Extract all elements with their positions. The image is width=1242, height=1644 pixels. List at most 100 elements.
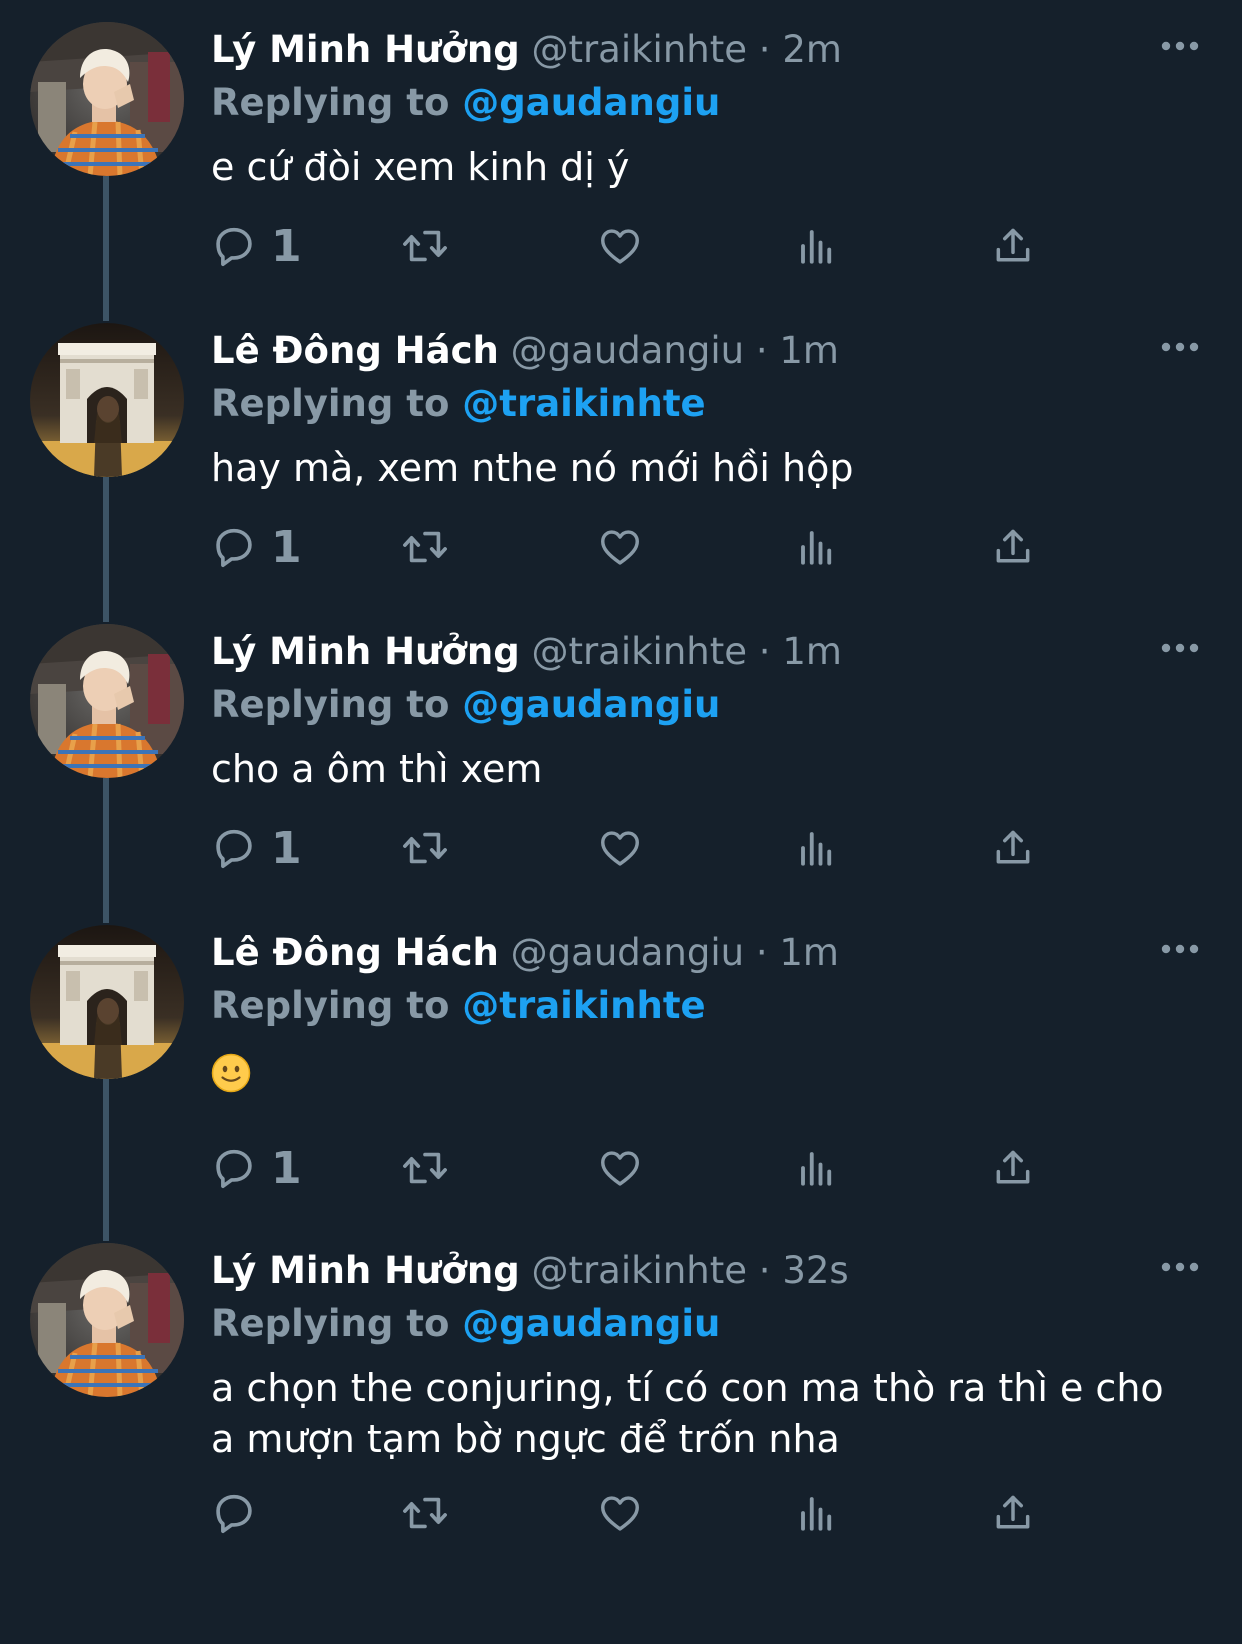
- tweet-actions: 1: [211, 216, 1091, 276]
- tweet-timestamp[interactable]: 1m: [782, 630, 842, 673]
- avatar[interactable]: [30, 22, 184, 176]
- analytics-button[interactable]: [796, 1483, 838, 1543]
- more-icon: [1161, 342, 1199, 352]
- display-name[interactable]: Lý Minh Hưởng: [211, 1249, 520, 1292]
- retweet-icon: [403, 832, 447, 864]
- like-button[interactable]: [596, 818, 644, 878]
- tweet-timestamp[interactable]: 2m: [782, 28, 842, 71]
- analytics-button[interactable]: [796, 517, 838, 577]
- tweet-actions: 1: [211, 1138, 1091, 1198]
- replying-to-label: Replying to: [211, 382, 450, 425]
- share-button[interactable]: [991, 1138, 1035, 1198]
- user-handle[interactable]: @gaudangiu: [511, 931, 744, 974]
- user-handle[interactable]: @traikinhte: [531, 28, 747, 71]
- more-options-button[interactable]: [1155, 26, 1205, 66]
- retweet-button[interactable]: [399, 1483, 451, 1543]
- share-button[interactable]: [991, 216, 1035, 276]
- reply-button[interactable]: 1: [211, 216, 302, 276]
- analytics-icon: [801, 1497, 832, 1531]
- tweet-header: Lý Minh Hưởng @traikinhte · 32s: [211, 1241, 849, 1301]
- share-icon: [996, 830, 1030, 864]
- reply-icon: [216, 829, 252, 869]
- tweet-actions: [211, 1483, 1091, 1543]
- reply-count: 1: [271, 822, 302, 874]
- retweet-button[interactable]: [399, 1138, 451, 1198]
- display-name[interactable]: Lý Minh Hưởng: [211, 28, 520, 71]
- tweet-header: Lê Đông Hách @gaudangiu · 1m: [211, 321, 839, 381]
- heart-icon: [601, 831, 639, 866]
- analytics-icon: [801, 832, 832, 866]
- replying-to-mention[interactable]: @gaudangiu: [462, 1302, 720, 1345]
- like-button[interactable]: [596, 216, 644, 276]
- heart-icon: [601, 229, 639, 264]
- more-options-button[interactable]: [1155, 327, 1205, 367]
- more-icon: [1161, 944, 1199, 954]
- reply-button[interactable]: 1: [211, 1138, 302, 1198]
- share-icon: [996, 1495, 1030, 1529]
- avatar[interactable]: [30, 323, 184, 477]
- display-name[interactable]: Lê Đông Hách: [211, 931, 499, 974]
- heart-icon: [601, 1496, 639, 1531]
- header-separator: ·: [758, 630, 771, 673]
- display-name[interactable]: Lê Đông Hách: [211, 329, 499, 372]
- conversation-thread: Lý Minh Hưởng @traikinhte · 2m Replying …: [0, 0, 1242, 1644]
- header-separator: ·: [758, 28, 771, 71]
- replying-to-mention[interactable]: @traikinhte: [462, 984, 705, 1027]
- more-icon: [1161, 41, 1199, 51]
- tweet-actions: 1: [211, 517, 1091, 577]
- more-options-button[interactable]: [1155, 628, 1205, 668]
- header-separator: ·: [755, 329, 768, 372]
- tweet-header: Lý Minh Hưởng @traikinhte · 2m: [211, 20, 842, 80]
- replying-to-mention[interactable]: @gaudangiu: [462, 81, 720, 124]
- share-button[interactable]: [991, 517, 1035, 577]
- like-button[interactable]: [596, 517, 644, 577]
- reply-button[interactable]: [211, 1483, 271, 1543]
- tweet[interactable]: Lý Minh Hưởng @traikinhte · 1m Replying …: [0, 602, 1242, 917]
- analytics-icon: [801, 531, 832, 565]
- avatar[interactable]: [30, 1243, 184, 1397]
- replying-to-line: Replying to @gaudangiu: [211, 75, 720, 131]
- tweet-timestamp[interactable]: 1m: [779, 329, 839, 372]
- analytics-icon: [801, 230, 832, 264]
- retweet-button[interactable]: [399, 517, 451, 577]
- more-options-button[interactable]: [1155, 1247, 1205, 1287]
- share-button[interactable]: [991, 1483, 1035, 1543]
- share-icon: [996, 228, 1030, 262]
- analytics-button[interactable]: [796, 216, 838, 276]
- user-handle[interactable]: @gaudangiu: [511, 329, 744, 372]
- retweet-button[interactable]: [399, 818, 451, 878]
- tweet-timestamp[interactable]: 32s: [782, 1249, 848, 1292]
- user-handle[interactable]: @traikinhte: [531, 1249, 747, 1292]
- like-button[interactable]: [596, 1138, 644, 1198]
- tweet-text: 🙂: [211, 1045, 1171, 1096]
- retweet-button[interactable]: [399, 216, 451, 276]
- reply-icon: [216, 227, 252, 267]
- like-button[interactable]: [596, 1483, 644, 1543]
- tweet[interactable]: Lê Đông Hách @gaudangiu · 1m Replying to…: [0, 903, 1242, 1218]
- tweet[interactable]: Lê Đông Hách @gaudangiu · 1m Replying to…: [0, 301, 1242, 616]
- tweet-header: Lê Đông Hách @gaudangiu · 1m: [211, 923, 839, 983]
- reply-button[interactable]: 1: [211, 517, 302, 577]
- share-button[interactable]: [991, 818, 1035, 878]
- avatar-photo-young-man-orange-plaid: [30, 1243, 184, 1397]
- tweet-text: e cứ đòi xem kinh dị ý: [211, 145, 630, 189]
- avatar-photo-arc-de-triomphe-night: [30, 925, 184, 1079]
- replying-to-mention[interactable]: @traikinhte: [462, 382, 705, 425]
- reply-button[interactable]: 1: [211, 818, 302, 878]
- avatar[interactable]: [30, 624, 184, 778]
- more-options-button[interactable]: [1155, 929, 1205, 969]
- tweet-text: hay mà, xem nthe nó mới hồi hộp: [211, 446, 854, 490]
- tweet[interactable]: Lý Minh Hưởng @traikinhte · 32s Replying…: [0, 1221, 1242, 1536]
- user-handle[interactable]: @traikinhte: [531, 630, 747, 673]
- replying-to-mention[interactable]: @gaudangiu: [462, 683, 720, 726]
- analytics-icon: [801, 1152, 832, 1186]
- analytics-button[interactable]: [796, 818, 838, 878]
- analytics-button[interactable]: [796, 1138, 838, 1198]
- tweet-timestamp[interactable]: 1m: [779, 931, 839, 974]
- display-name[interactable]: Lý Minh Hưởng: [211, 630, 520, 673]
- avatar[interactable]: [30, 925, 184, 1079]
- tweet[interactable]: Lý Minh Hưởng @traikinhte · 2m Replying …: [0, 0, 1242, 315]
- heart-icon: [601, 1151, 639, 1186]
- tweet-header: Lý Minh Hưởng @traikinhte · 1m: [211, 622, 842, 682]
- reply-icon: [216, 1149, 252, 1189]
